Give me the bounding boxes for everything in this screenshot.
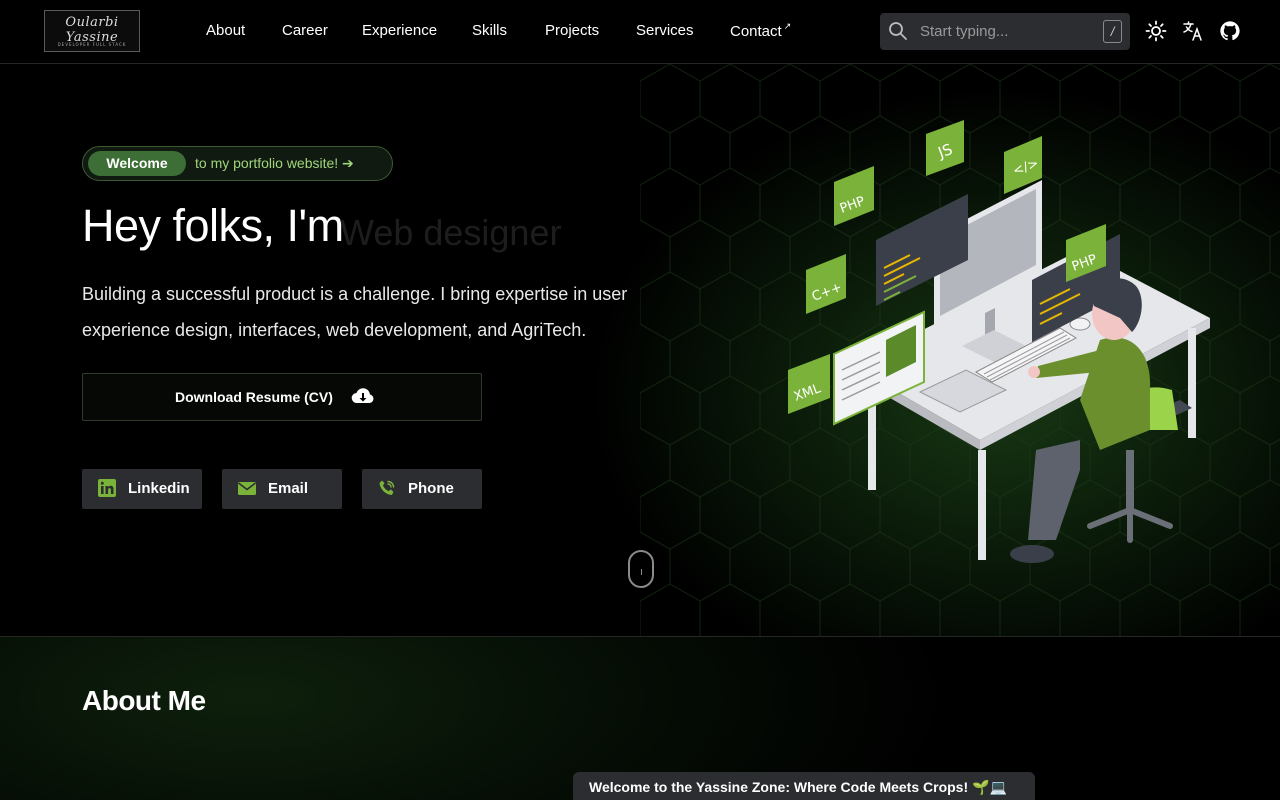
hero-description: Building a successful product is a chall…: [82, 284, 628, 340]
mouse-wheel: [641, 569, 642, 575]
nav-link-career[interactable]: Career: [282, 22, 328, 39]
hero-title: Hey folks, I'm: [82, 200, 344, 251]
linkedin-icon: [98, 479, 116, 497]
chair-base: [1087, 507, 1173, 543]
phone-button[interactable]: Phone: [362, 469, 482, 509]
person-legs: [1028, 440, 1080, 540]
nav-link-experience[interactable]: Experience: [362, 22, 437, 39]
search-box[interactable]: Start typing... /: [880, 13, 1130, 50]
floating-tag-php-left: PHP: [834, 166, 874, 226]
logo-signature: Oularbi Yassine: [65, 15, 119, 45]
welcome-toast[interactable]: Welcome to the Yassine Zone: Where Code …: [573, 772, 1035, 800]
linkedin-label: Linkedin: [128, 480, 190, 497]
welcome-pill: Welcome to my portfolio website! ➔: [82, 146, 393, 181]
hero-section: Welcome to my portfolio website! ➔ Hey f…: [0, 64, 1280, 636]
desk-leg: [978, 450, 986, 560]
nav-link-contact[interactable]: Contact ↗: [730, 21, 792, 40]
nav-link-services[interactable]: Services: [636, 22, 694, 39]
chair-post: [1126, 450, 1134, 510]
email-label: Email: [268, 480, 309, 497]
search-shortcut-key: /: [1103, 20, 1122, 43]
nav-link-projects[interactable]: Projects: [545, 22, 599, 39]
floating-tag-js: JS: [926, 120, 964, 176]
search-icon: [889, 22, 907, 40]
welcome-tag: Welcome: [88, 151, 186, 176]
welcome-text: to my portfolio website! ➔: [195, 155, 354, 171]
linkedin-button[interactable]: Linkedin: [82, 469, 202, 509]
scroll-down-mouse-icon[interactable]: [628, 550, 654, 588]
download-resume-label: Download Resume (CV): [175, 389, 333, 405]
hero-role-typewriter: Web designer: [340, 212, 562, 253]
download-resume-button[interactable]: Download Resume (CV): [82, 373, 482, 421]
logo[interactable]: Oularbi Yassine DEVELOPER FULL STACK: [44, 10, 140, 52]
about-title: About Me: [82, 685, 206, 716]
email-button[interactable]: Email: [222, 469, 342, 509]
developer-desk-illustration: JS </> PHP PHP C++ XML: [788, 120, 1210, 563]
nav-link-about[interactable]: About: [206, 22, 245, 39]
translate-icon[interactable]: [1182, 20, 1204, 42]
welcome-toast-text: Welcome to the Yassine Zone: Where Code …: [589, 779, 1007, 795]
phone-icon: [379, 480, 395, 495]
floating-tag-cpp: C++: [806, 254, 846, 314]
nav-link-contact-label: Contact: [730, 23, 782, 40]
search-input[interactable]: Start typing...: [920, 23, 1008, 40]
floating-tag-xml: XML: [788, 354, 830, 414]
top-navbar: Oularbi Yassine DEVELOPER FULL STACK Abo…: [0, 0, 1280, 64]
person-shoe: [1010, 545, 1054, 563]
desk-leg: [1188, 328, 1196, 438]
cloud-download-icon: [351, 388, 374, 404]
external-link-icon: ↗: [783, 21, 792, 31]
nav-link-skills[interactable]: Skills: [472, 22, 507, 39]
github-icon[interactable]: [1219, 20, 1241, 42]
theme-toggle-sun-icon[interactable]: [1145, 20, 1167, 42]
email-icon: [238, 482, 256, 495]
logo-subtitle: DEVELOPER FULL STACK: [57, 42, 127, 47]
person-hand: [1028, 366, 1040, 378]
phone-label: Phone: [408, 480, 454, 497]
